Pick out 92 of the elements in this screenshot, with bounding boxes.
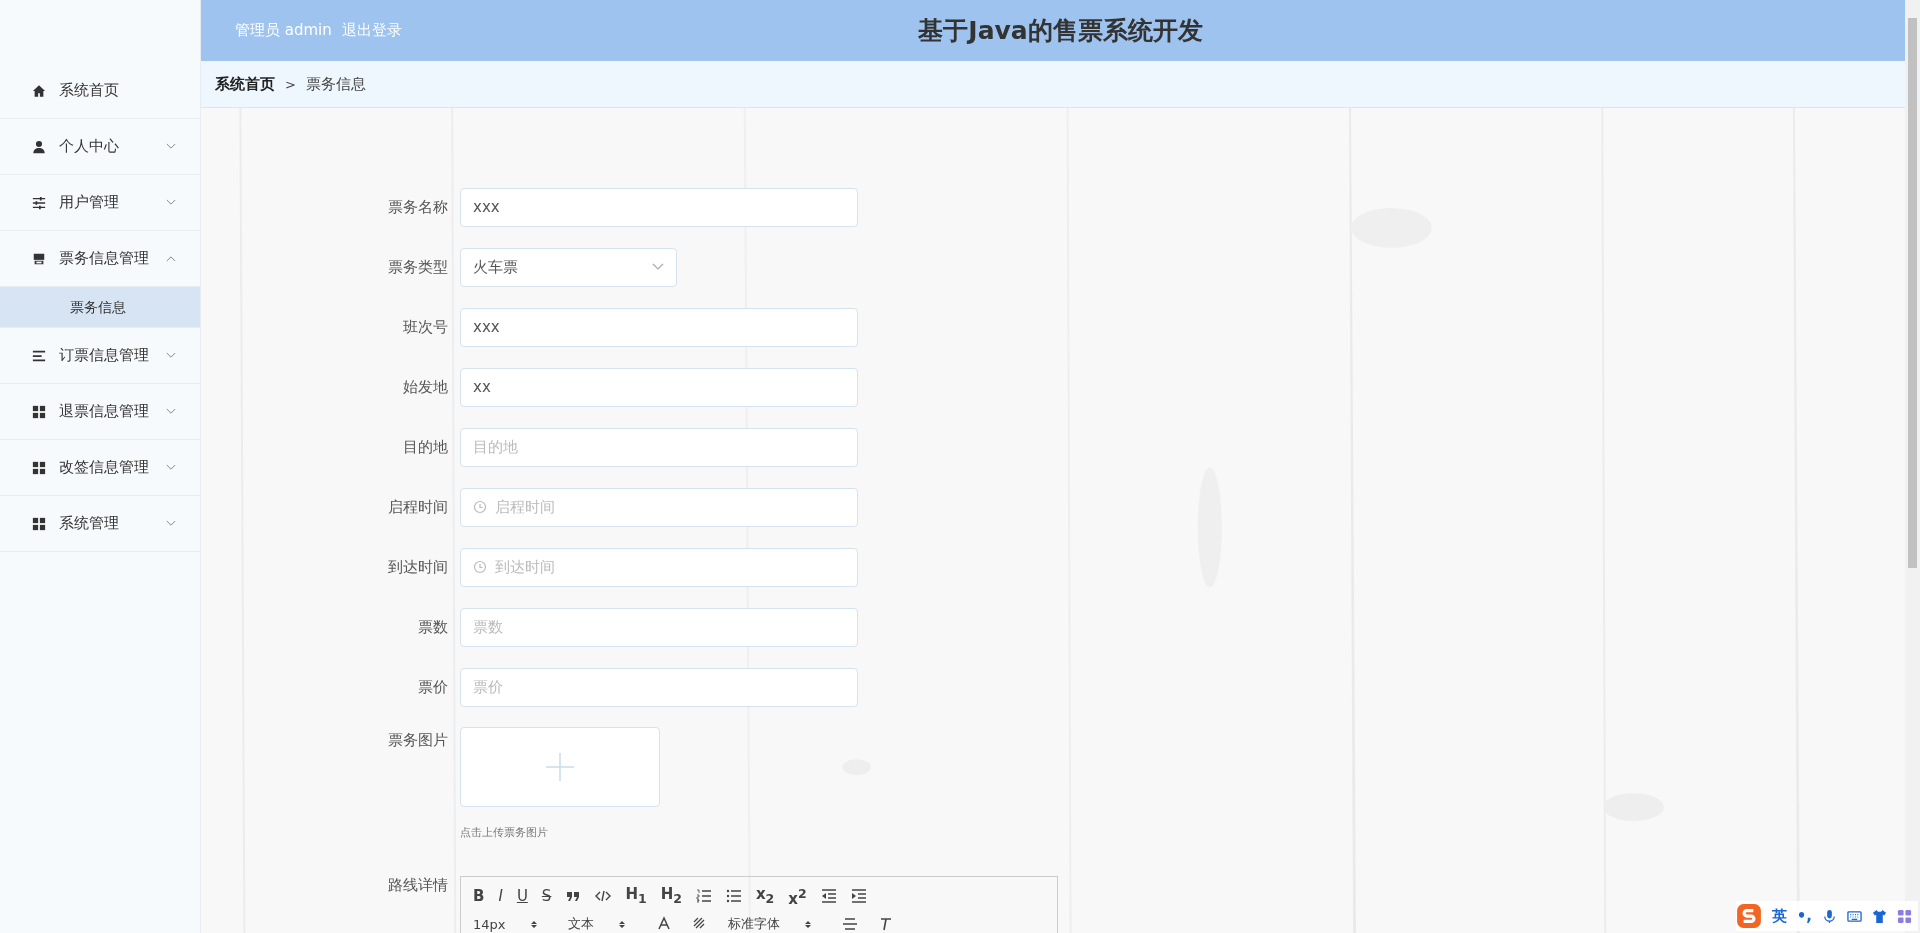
field-label: 票数 (417, 617, 449, 637)
apps-icon[interactable] (1897, 908, 1912, 924)
grid-icon (32, 404, 46, 419)
numbered-list-icon[interactable] (695, 888, 712, 904)
date-placeholder: 启程时间 (495, 497, 556, 517)
shop-icon (32, 251, 46, 266)
format-button[interactable]: U (516, 887, 528, 905)
input-field[interactable]: 目的地 (460, 427, 858, 467)
field-label: 启程时间 (387, 497, 449, 517)
scrollbar-thumb[interactable] (1908, 18, 1917, 568)
field-label: 票务图片 (387, 730, 449, 750)
format-dropdown[interactable]: 标准字体 (727, 915, 812, 933)
align-icon[interactable] (841, 916, 858, 932)
chevron-down-icon (652, 263, 664, 271)
sidebar-item[interactable]: 个人中心 (0, 119, 200, 175)
sidebar-item[interactable]: 退票信息管理 (0, 384, 200, 440)
input-field[interactable]: xxx (460, 187, 858, 227)
field-label: 到达时间 (387, 557, 449, 577)
upload-hint: 点击上传票务图片 (460, 825, 549, 840)
date-placeholder: 到达时间 (495, 557, 556, 577)
field-label: 路线详情 (387, 876, 449, 895)
ime-mode[interactable]: 英 (1771, 906, 1787, 926)
chevron-down-icon (166, 520, 176, 527)
format-button[interactable]: S (541, 887, 552, 905)
menu-label: 退票信息管理 (59, 402, 150, 421)
user-icon (32, 139, 46, 154)
field-label: 票务类型 (387, 257, 449, 277)
menu-label: 个人中心 (59, 137, 120, 156)
plus-icon (546, 753, 574, 781)
app-title: 基于Java的售票系统开发 (918, 15, 1203, 47)
text-color-icon[interactable] (655, 916, 672, 932)
ime-logo-icon[interactable] (1735, 903, 1762, 929)
menu-label: 用户管理 (59, 193, 120, 212)
home-icon (32, 83, 46, 98)
format-button[interactable]: x$_{2}$ (755, 884, 775, 908)
list-icon (32, 348, 46, 363)
input-field[interactable]: xxx (460, 307, 858, 347)
microphone-icon[interactable] (1822, 908, 1837, 924)
indent-icon[interactable] (850, 888, 867, 904)
select-field[interactable]: 火车票 (460, 247, 677, 287)
field-label: 票务名称 (387, 197, 449, 217)
input-field[interactable]: xx (460, 367, 858, 407)
menu-label: 订票信息管理 (59, 346, 150, 365)
submenu-item[interactable]: 票务信息 (0, 287, 200, 328)
chevron-down-icon (166, 408, 176, 415)
caret-icon (803, 920, 812, 928)
sidebar-item[interactable]: 订票信息管理 (0, 328, 200, 384)
breadcrumb-item: 票务信息 (305, 74, 366, 94)
clock-icon (473, 560, 487, 574)
field-label: 班次号 (402, 317, 449, 337)
chevron-down-icon (166, 199, 176, 206)
chevron-up-icon (166, 255, 176, 262)
sidebar-item[interactable]: 系统首页 (0, 63, 200, 119)
caret-icon (529, 920, 538, 928)
sidebar-item[interactable]: 用户管理 (0, 175, 200, 231)
breadcrumb-item[interactable]: 系统首页 (215, 74, 275, 94)
scrollbar[interactable] (1905, 0, 1920, 933)
bullet-list-icon[interactable] (725, 888, 742, 904)
format-button[interactable]: x$^{2}$ (788, 884, 807, 908)
format-button[interactable]: I (498, 887, 503, 905)
field-label: 始发地 (402, 377, 449, 397)
sidebar-item[interactable]: 改签信息管理 (0, 440, 200, 496)
breadcrumb-separator: > (285, 76, 296, 92)
keyboard-icon[interactable] (1847, 908, 1862, 924)
format-button[interactable]: H$_{1}$ (625, 884, 647, 908)
menu-label: 系统首页 (59, 81, 120, 100)
format-dropdown[interactable]: 14px (473, 916, 538, 932)
grid-icon (32, 460, 46, 475)
ime-punctuation[interactable]: •, (1796, 907, 1812, 925)
sliders-icon (32, 195, 46, 210)
field-label: 票价 (417, 677, 449, 697)
format-button[interactable]: H$_{2}$ (660, 884, 682, 908)
grid-icon (32, 516, 46, 531)
shirt-icon[interactable] (1872, 908, 1887, 924)
sidebar-item[interactable]: 系统管理 (0, 496, 200, 552)
clock-icon (473, 500, 487, 514)
menu-label: 票务信息管理 (59, 249, 150, 268)
caret-icon (617, 920, 626, 928)
format-button[interactable]: B (473, 887, 485, 905)
input-field[interactable]: 票数 (460, 607, 858, 647)
outdent-icon[interactable] (820, 888, 837, 904)
input-field[interactable]: 票价 (460, 667, 858, 707)
chevron-down-icon (166, 143, 176, 150)
menu-label: 改签信息管理 (59, 458, 150, 477)
user-label: 管理员 admin (235, 21, 332, 40)
field-label: 目的地 (402, 437, 449, 457)
menu-label: 系统管理 (59, 514, 120, 533)
chevron-down-icon (166, 464, 176, 471)
format-dropdown[interactable]: 文本 (567, 915, 626, 933)
chevron-down-icon (166, 352, 176, 359)
select-value: 火车票 (473, 257, 518, 277)
code-icon[interactable] (595, 888, 612, 904)
